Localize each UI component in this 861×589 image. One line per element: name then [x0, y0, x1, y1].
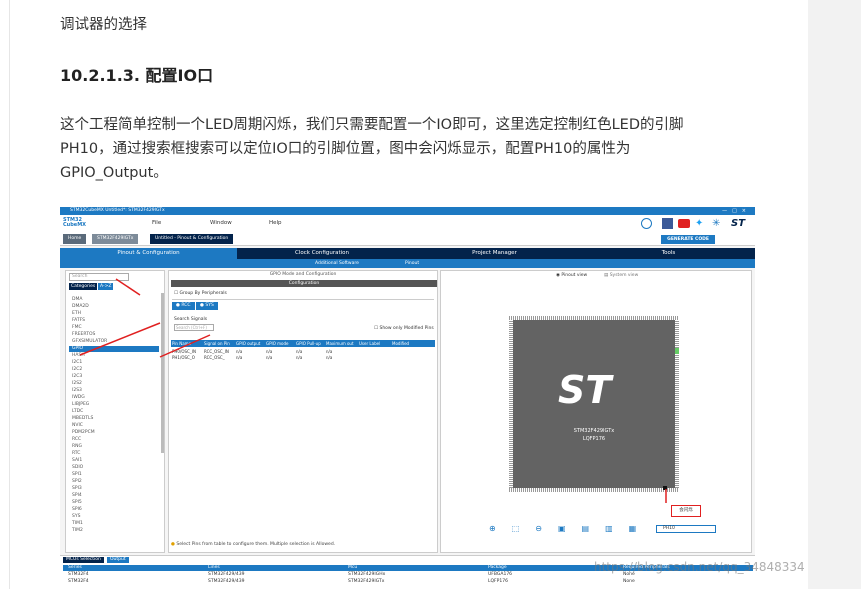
paragraph-line-2: PH10，通过搜索框搜索可以定位IO口的引脚位置，图中会闪烁显示，配置PH10的… [60, 141, 631, 157]
annotation-arrows [79, 278, 667, 503]
arrow-gpio [79, 322, 161, 356]
arrow-search [115, 278, 141, 296]
watermark: https://blog.csdn.net/qq_34848334 [594, 560, 805, 574]
right-scrollbar-area [808, 0, 861, 589]
cubemx-screenshot: STM32CubeMX Untitled*: STM32F429IGTx —□×… [60, 207, 755, 589]
paragraph-line-3: GPIO_Output。 [60, 165, 168, 181]
paragraph-line-1: 这个工程简单控制一个LED周期闪烁，我们只需要配置一个IO即可，这里选定控制红色… [60, 117, 684, 133]
arrow-config [159, 334, 211, 358]
left-margin-strip [0, 0, 10, 589]
intro-text: 调试器的选择 [60, 17, 147, 33]
section-heading: 10.2.1.3. 配置IO口 [60, 66, 214, 85]
